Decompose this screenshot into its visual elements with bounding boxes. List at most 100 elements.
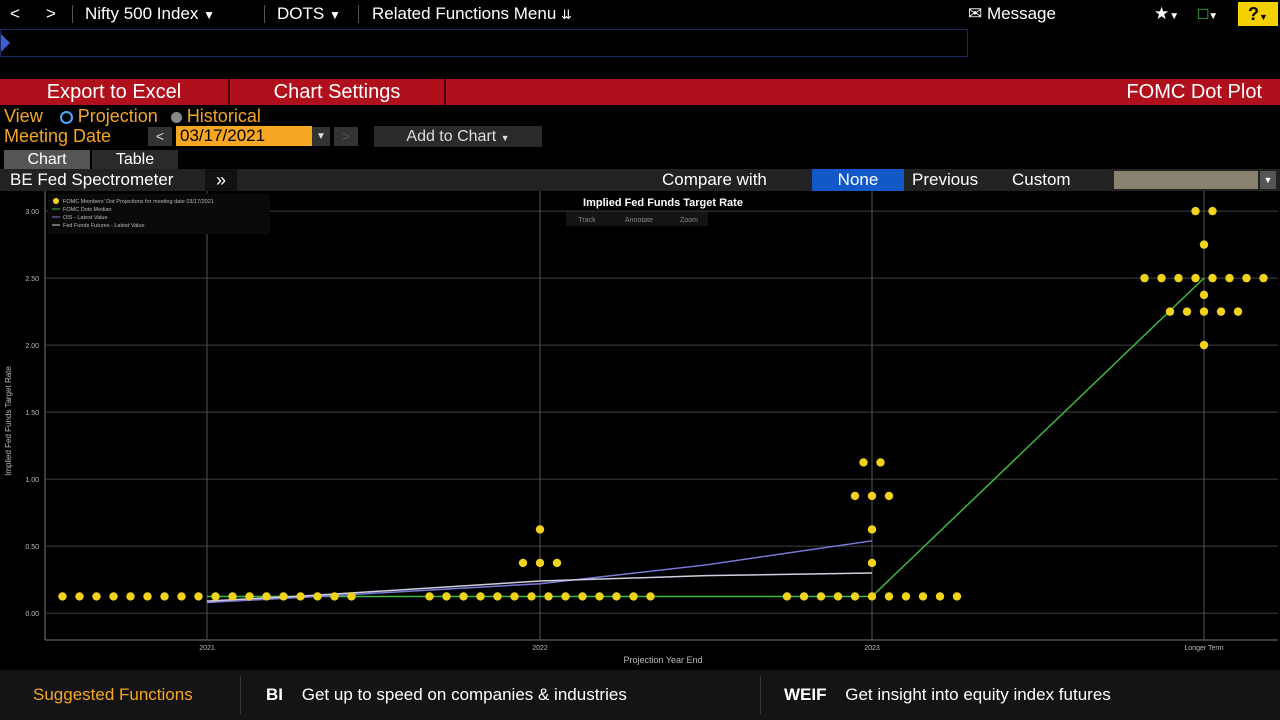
- chart-settings-button[interactable]: Chart Settings: [230, 79, 444, 105]
- divider: [358, 5, 359, 23]
- back-button[interactable]: <: [10, 4, 20, 24]
- dot-point: [518, 558, 528, 568]
- security-label: Nifty 500 Index: [85, 4, 199, 23]
- dot-point: [535, 558, 545, 568]
- suggested-function-weif[interactable]: WEIF Get insight into equity index futur…: [784, 670, 1111, 720]
- historical-radio[interactable]: Historical: [170, 106, 261, 126]
- expand-icon[interactable]: »: [205, 169, 237, 191]
- series-line: [207, 277, 1205, 598]
- command-line-input[interactable]: [0, 29, 968, 57]
- help-label: ?: [1248, 4, 1260, 24]
- previous-date-button[interactable]: <: [148, 127, 172, 146]
- dot-point: [561, 592, 570, 601]
- forward-button[interactable]: >: [46, 4, 56, 24]
- dot-point: [1191, 206, 1200, 216]
- dot-point: [330, 592, 339, 601]
- message-button[interactable]: ✉ Message: [968, 4, 1056, 24]
- dot-point: [194, 592, 203, 601]
- message-label: Message: [986, 4, 1056, 23]
- custom-compare-field[interactable]: [1114, 171, 1258, 189]
- action-bar: Export to Excel Chart Settings FOMC Dot …: [0, 79, 1280, 105]
- zoom-tool-button[interactable]: Zoom: [680, 217, 698, 224]
- chart-tools: Track Annotate Zoom: [566, 212, 708, 226]
- dot-point: [476, 592, 485, 601]
- x-tick-label: 2023: [864, 645, 880, 652]
- command-arrow-icon: [1, 34, 10, 52]
- dot-point: [935, 592, 945, 601]
- add-to-chart-button[interactable]: Add to Chart ▼: [374, 126, 542, 147]
- top-toolbar: < > Nifty 500 Index ▼ DOTS ▼ Related Fun…: [0, 0, 1280, 28]
- dot-point: [160, 592, 169, 601]
- dot-point: [612, 592, 621, 601]
- dot-point: [109, 592, 118, 601]
- radio-unselected-icon: [170, 111, 182, 123]
- dot-point: [1157, 273, 1166, 283]
- chevron-down-icon: ▼: [328, 8, 341, 22]
- dot-point: [544, 592, 553, 601]
- x-axis-label: Projection Year End: [623, 655, 702, 665]
- compare-custom-button[interactable]: Custom: [1012, 170, 1071, 190]
- dot-point: [859, 458, 868, 467]
- suggested-functions-label: Suggested Functions: [33, 685, 193, 704]
- chevron-down-icon: ▼: [1169, 11, 1180, 22]
- dot-point: [1199, 307, 1209, 316]
- tab-chart[interactable]: Chart: [4, 150, 90, 169]
- suggested-functions-bar: Suggested Functions BI Get up to speed o…: [0, 670, 1280, 720]
- function-selector[interactable]: DOTS ▼: [277, 4, 341, 24]
- dot-point: [799, 592, 809, 601]
- double-chevron-down-icon: ⇊: [561, 7, 572, 22]
- chevron-down-icon[interactable]: ▼: [1260, 171, 1276, 189]
- annotate-tool-button[interactable]: Annotate: [625, 217, 653, 224]
- y-tick-label: 0.00: [25, 611, 39, 618]
- y-tick-label: 0.50: [25, 544, 39, 551]
- dot-point: [1225, 273, 1234, 283]
- y-axis-label: Implied Fed Funds Target Rate: [4, 366, 13, 476]
- dot-point: [552, 558, 562, 568]
- envelope-icon: ✉: [968, 4, 983, 23]
- suggested-function-bi[interactable]: BI Get up to speed on companies & indust…: [266, 670, 627, 720]
- help-button[interactable]: ?▼: [1238, 2, 1278, 26]
- chart-legend: FOMC Members' Dot Projections for meetin…: [48, 194, 270, 234]
- dot-point: [347, 592, 356, 601]
- meeting-date-row: Meeting Date: [4, 126, 111, 148]
- dot-point: [1259, 273, 1268, 283]
- dot-point: [527, 592, 536, 601]
- dot-point: [850, 592, 860, 601]
- dot-point: [901, 592, 911, 601]
- star-icon: ★: [1154, 4, 1170, 23]
- function-description: Get up to speed on companies & industrie…: [301, 685, 627, 704]
- compare-previous-button[interactable]: Previous: [912, 170, 978, 190]
- y-tick-label: 2.50: [25, 276, 39, 283]
- projection-label: Projection: [77, 106, 158, 126]
- dot-point: [1216, 307, 1226, 316]
- next-date-button[interactable]: >: [334, 127, 358, 146]
- dot-point: [833, 592, 843, 601]
- window-menu-button[interactable]: □▼: [1198, 4, 1218, 24]
- legend-entry: FOMC Dots Median: [63, 207, 112, 213]
- dot-point: [1242, 273, 1251, 283]
- security-selector[interactable]: Nifty 500 Index ▼: [85, 4, 215, 24]
- related-functions-menu[interactable]: Related Functions Menu ⇊: [372, 4, 572, 24]
- tab-table[interactable]: Table: [92, 150, 178, 169]
- dot-point: [425, 592, 434, 601]
- x-axis-ticks: 2021 2022 2023 Longer Term: [199, 645, 1224, 652]
- compare-none-button[interactable]: None: [812, 169, 904, 191]
- view-toggle: View Projection Historical: [4, 106, 261, 126]
- projection-radio[interactable]: Projection: [59, 106, 163, 126]
- export-to-excel-button[interactable]: Export to Excel: [0, 79, 228, 105]
- date-dropdown-icon[interactable]: ▼: [312, 127, 330, 146]
- legend-dot-marker: [53, 198, 59, 204]
- function-description: Get insight into equity index futures: [845, 685, 1111, 704]
- meeting-date-field[interactable]: 03/17/2021: [176, 126, 312, 146]
- dot-point: [918, 592, 928, 601]
- favorites-button[interactable]: ★▼: [1154, 4, 1179, 24]
- dot-point: [296, 592, 305, 601]
- dot-point: [459, 592, 468, 601]
- track-tool-button[interactable]: Track: [578, 217, 596, 224]
- chart-grid: [44, 191, 1278, 641]
- dot-point: [228, 592, 237, 601]
- dot-plot-chart[interactable]: 3.002.502.001.501.000.500.00 2021 2022 202…: [0, 191, 1280, 670]
- dot-point: [850, 491, 860, 501]
- chart-dots: [58, 206, 1268, 601]
- x-tick-label: 2022: [532, 645, 548, 652]
